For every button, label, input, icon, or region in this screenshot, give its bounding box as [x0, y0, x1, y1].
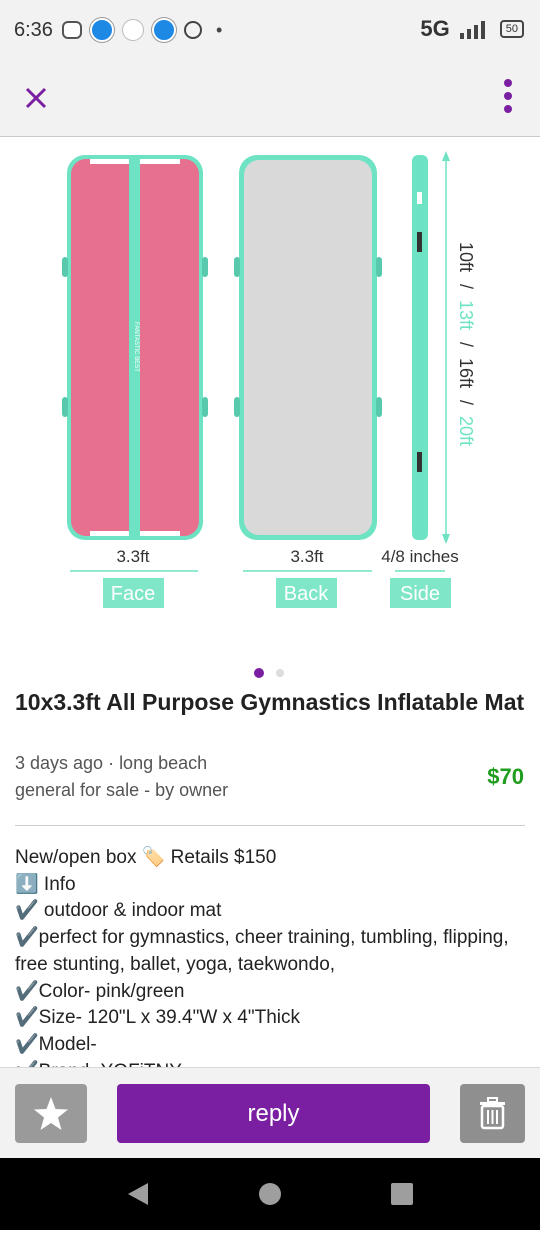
face-width-label: 3.3ft — [116, 547, 149, 566]
length-16ft: 16ft — [456, 358, 476, 388]
back-width-label: 3.3ft — [290, 547, 323, 566]
length-20ft: 20ft — [456, 416, 476, 446]
mat-side-illustration — [412, 155, 428, 540]
status-right: 5G 50 — [420, 16, 524, 42]
status-notification-icons: • — [62, 18, 222, 42]
carousel-dot — [276, 669, 284, 677]
more-notifications-dot-icon: • — [216, 19, 223, 40]
length-sep: / — [456, 342, 476, 347]
status-bar: 6:36 • 5G 50 — [0, 0, 540, 62]
description-line: ✔️Color- pink/green — [15, 980, 185, 1002]
description-line: ⬇️ Info — [15, 873, 76, 895]
product-image-carousel[interactable]: FANTASTIC BEST 10ft / 13ft / 16ft / 20ft… — [0, 137, 540, 652]
side-width-label: 4/8 inches — [381, 547, 459, 566]
description-line: ✔️Size- 120"L x 39.4"W x 4"Thick — [15, 1007, 301, 1029]
home-circle-icon — [259, 1183, 281, 1205]
description-line: ✔️perfect for gymnastics, cheer training… — [15, 927, 509, 975]
back-triangle-icon — [128, 1183, 148, 1205]
signal-icon — [459, 21, 485, 39]
face-tag-label: Face — [111, 583, 155, 605]
listing-title: 10x3.3ft All Purpose Gymnastics Inflatab… — [15, 689, 525, 715]
close-button[interactable] — [18, 78, 58, 118]
back-tag-label: Back — [284, 583, 329, 605]
white-dot-icon — [122, 19, 144, 41]
system-nav-bar — [0, 1158, 540, 1230]
side-tag-label: Side — [400, 583, 440, 605]
favorite-button[interactable] — [15, 1084, 87, 1143]
length-10ft: 10ft — [456, 242, 476, 272]
listing-description: New/open box 🏷️ Retails $150 ⬇️ Info ✔️ … — [15, 845, 525, 1067]
bottom-action-bar: reply — [0, 1067, 540, 1159]
battery-level: 50 — [499, 20, 524, 38]
listing-posted: 3 days ago · long beach — [15, 753, 208, 773]
close-icon — [25, 87, 47, 109]
length-13ft: 13ft — [456, 300, 476, 330]
divider — [15, 825, 525, 826]
length-labels: 10ft / 13ft / 16ft / 20ft — [456, 242, 476, 446]
listing-price: $70 — [487, 764, 524, 789]
more-options-button[interactable] — [498, 76, 518, 120]
network-type: 5G — [420, 16, 450, 41]
delete-button[interactable] — [460, 1084, 525, 1143]
mat-face-illustration: FANTASTIC BEST — [62, 155, 208, 540]
description-line: ✔️ outdoor & indoor mat — [15, 900, 222, 922]
carousel-indicator — [0, 666, 540, 678]
more-vert-icon — [504, 79, 512, 113]
app-notification-icon — [62, 21, 82, 39]
star-icon — [34, 1097, 68, 1130]
mat-brand-text: FANTASTIC BEST — [133, 322, 139, 372]
description-line: ✔️Model- — [15, 1033, 97, 1055]
length-sep: / — [456, 400, 476, 405]
top-toolbar — [0, 62, 540, 137]
sync-icon — [184, 21, 202, 39]
product-image: FANTASTIC BEST 10ft / 13ft / 16ft / 20ft… — [62, 151, 476, 608]
length-sep: / — [456, 284, 476, 289]
description-line: ✔️Brand- YOFiTNY — [15, 1059, 525, 1067]
status-time: 6:36 — [14, 19, 53, 41]
blue-dot-icon — [90, 18, 114, 42]
description-line: New/open box 🏷️ Retails $150 — [15, 847, 277, 868]
recents-square-icon — [391, 1183, 413, 1205]
listing-category[interactable]: general for sale - by owner — [15, 780, 228, 801]
carousel-dot-active — [254, 668, 264, 678]
length-arrow — [442, 151, 450, 544]
reply-button[interactable]: reply — [117, 1084, 430, 1143]
blue-dot-icon — [152, 18, 176, 42]
mat-back-illustration — [234, 155, 382, 540]
trash-icon — [480, 1097, 505, 1130]
